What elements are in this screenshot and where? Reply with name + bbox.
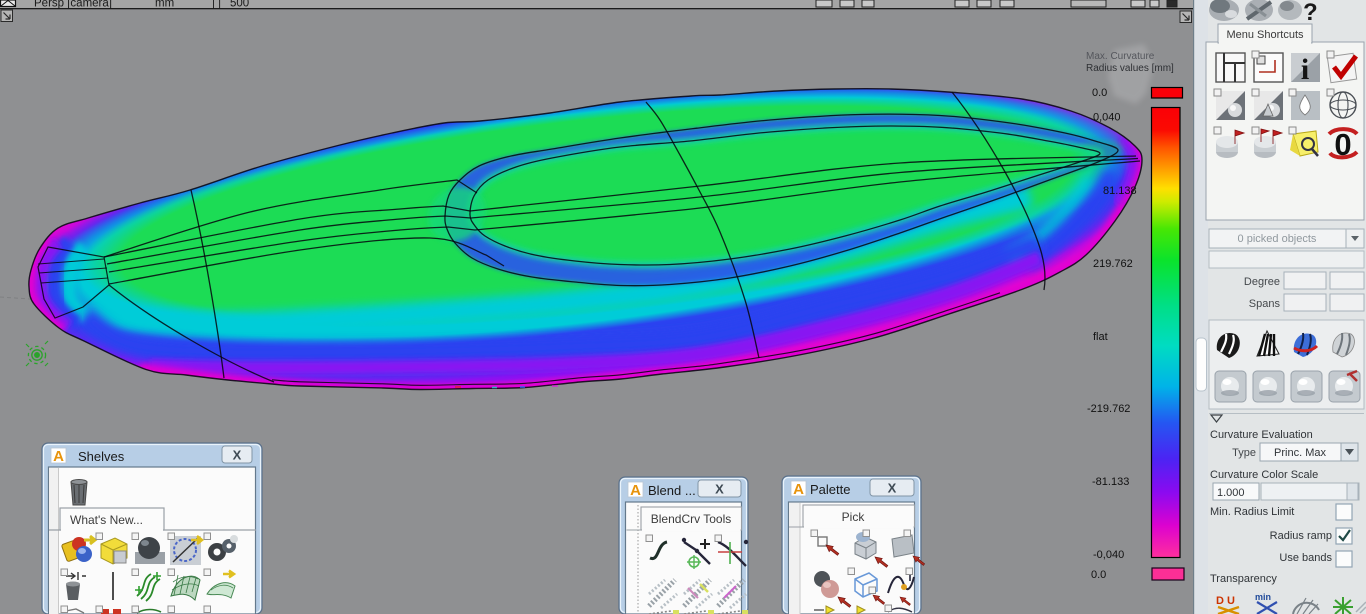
svg-text:A: A: [793, 481, 804, 498]
svg-text:D U: D U: [1216, 595, 1235, 607]
svg-text:Curvature Color Scale: Curvature Color Scale: [1210, 469, 1318, 481]
svg-text:0,040: 0,040: [1093, 112, 1121, 124]
svg-text:1.000: 1.000: [1217, 487, 1245, 499]
svg-text:Spans: Spans: [1249, 298, 1281, 310]
svg-text:81.138: 81.138: [1103, 185, 1137, 197]
svg-text:Palette: Palette: [810, 482, 850, 497]
svg-text:0.0: 0.0: [1091, 569, 1106, 581]
svg-text:Radius values [mm]: Radius values [mm]: [1086, 63, 1174, 74]
svg-text:X: X: [888, 481, 897, 496]
svg-text:min: min: [1255, 592, 1271, 602]
svg-text:0.0: 0.0: [1092, 87, 1107, 99]
svg-text:0: 0: [1334, 127, 1351, 162]
svg-text:Max. Curvature: Max. Curvature: [1086, 51, 1155, 62]
svg-text:Transparency: Transparency: [1210, 573, 1277, 585]
svg-text:-81.133: -81.133: [1092, 476, 1129, 488]
svg-text:Radius ramp: Radius ramp: [1270, 530, 1332, 542]
svg-text:X: X: [233, 448, 242, 463]
svg-text:i: i: [1301, 53, 1309, 86]
svg-text:Princ. Max: Princ. Max: [1274, 447, 1326, 459]
svg-text:Persp [camera]: Persp [camera]: [34, 0, 112, 10]
svg-text:500: 500: [230, 0, 249, 10]
svg-text:Min. Radius Limit: Min. Radius Limit: [1210, 506, 1294, 518]
svg-text:-219.762: -219.762: [1087, 403, 1130, 415]
svg-text:Shelves: Shelves: [78, 449, 125, 464]
svg-text:What's New...: What's New...: [70, 513, 143, 527]
svg-text:Type: Type: [1232, 447, 1256, 459]
svg-text:Blend ...: Blend ...: [648, 483, 696, 498]
svg-text:Use bands: Use bands: [1279, 552, 1332, 564]
svg-text:?: ?: [1303, 0, 1318, 26]
svg-text:Degree: Degree: [1244, 276, 1280, 288]
svg-text:mm: mm: [155, 0, 174, 10]
svg-text:Pick: Pick: [842, 510, 866, 524]
svg-text:X: X: [715, 482, 724, 497]
svg-text:Menu Shortcuts: Menu Shortcuts: [1226, 29, 1304, 41]
svg-text:-0,040: -0,040: [1093, 549, 1124, 561]
svg-text:A: A: [630, 482, 641, 499]
svg-text:| |: | |: [212, 0, 221, 10]
svg-text:BlendCrv Tools: BlendCrv Tools: [651, 512, 731, 526]
svg-text:219.762: 219.762: [1093, 258, 1133, 270]
svg-text:A: A: [53, 448, 64, 465]
svg-text:flat: flat: [1093, 331, 1108, 343]
svg-text:0 picked objects: 0 picked objects: [1238, 233, 1317, 245]
svg-text:Curvature Evaluation: Curvature Evaluation: [1210, 429, 1313, 441]
